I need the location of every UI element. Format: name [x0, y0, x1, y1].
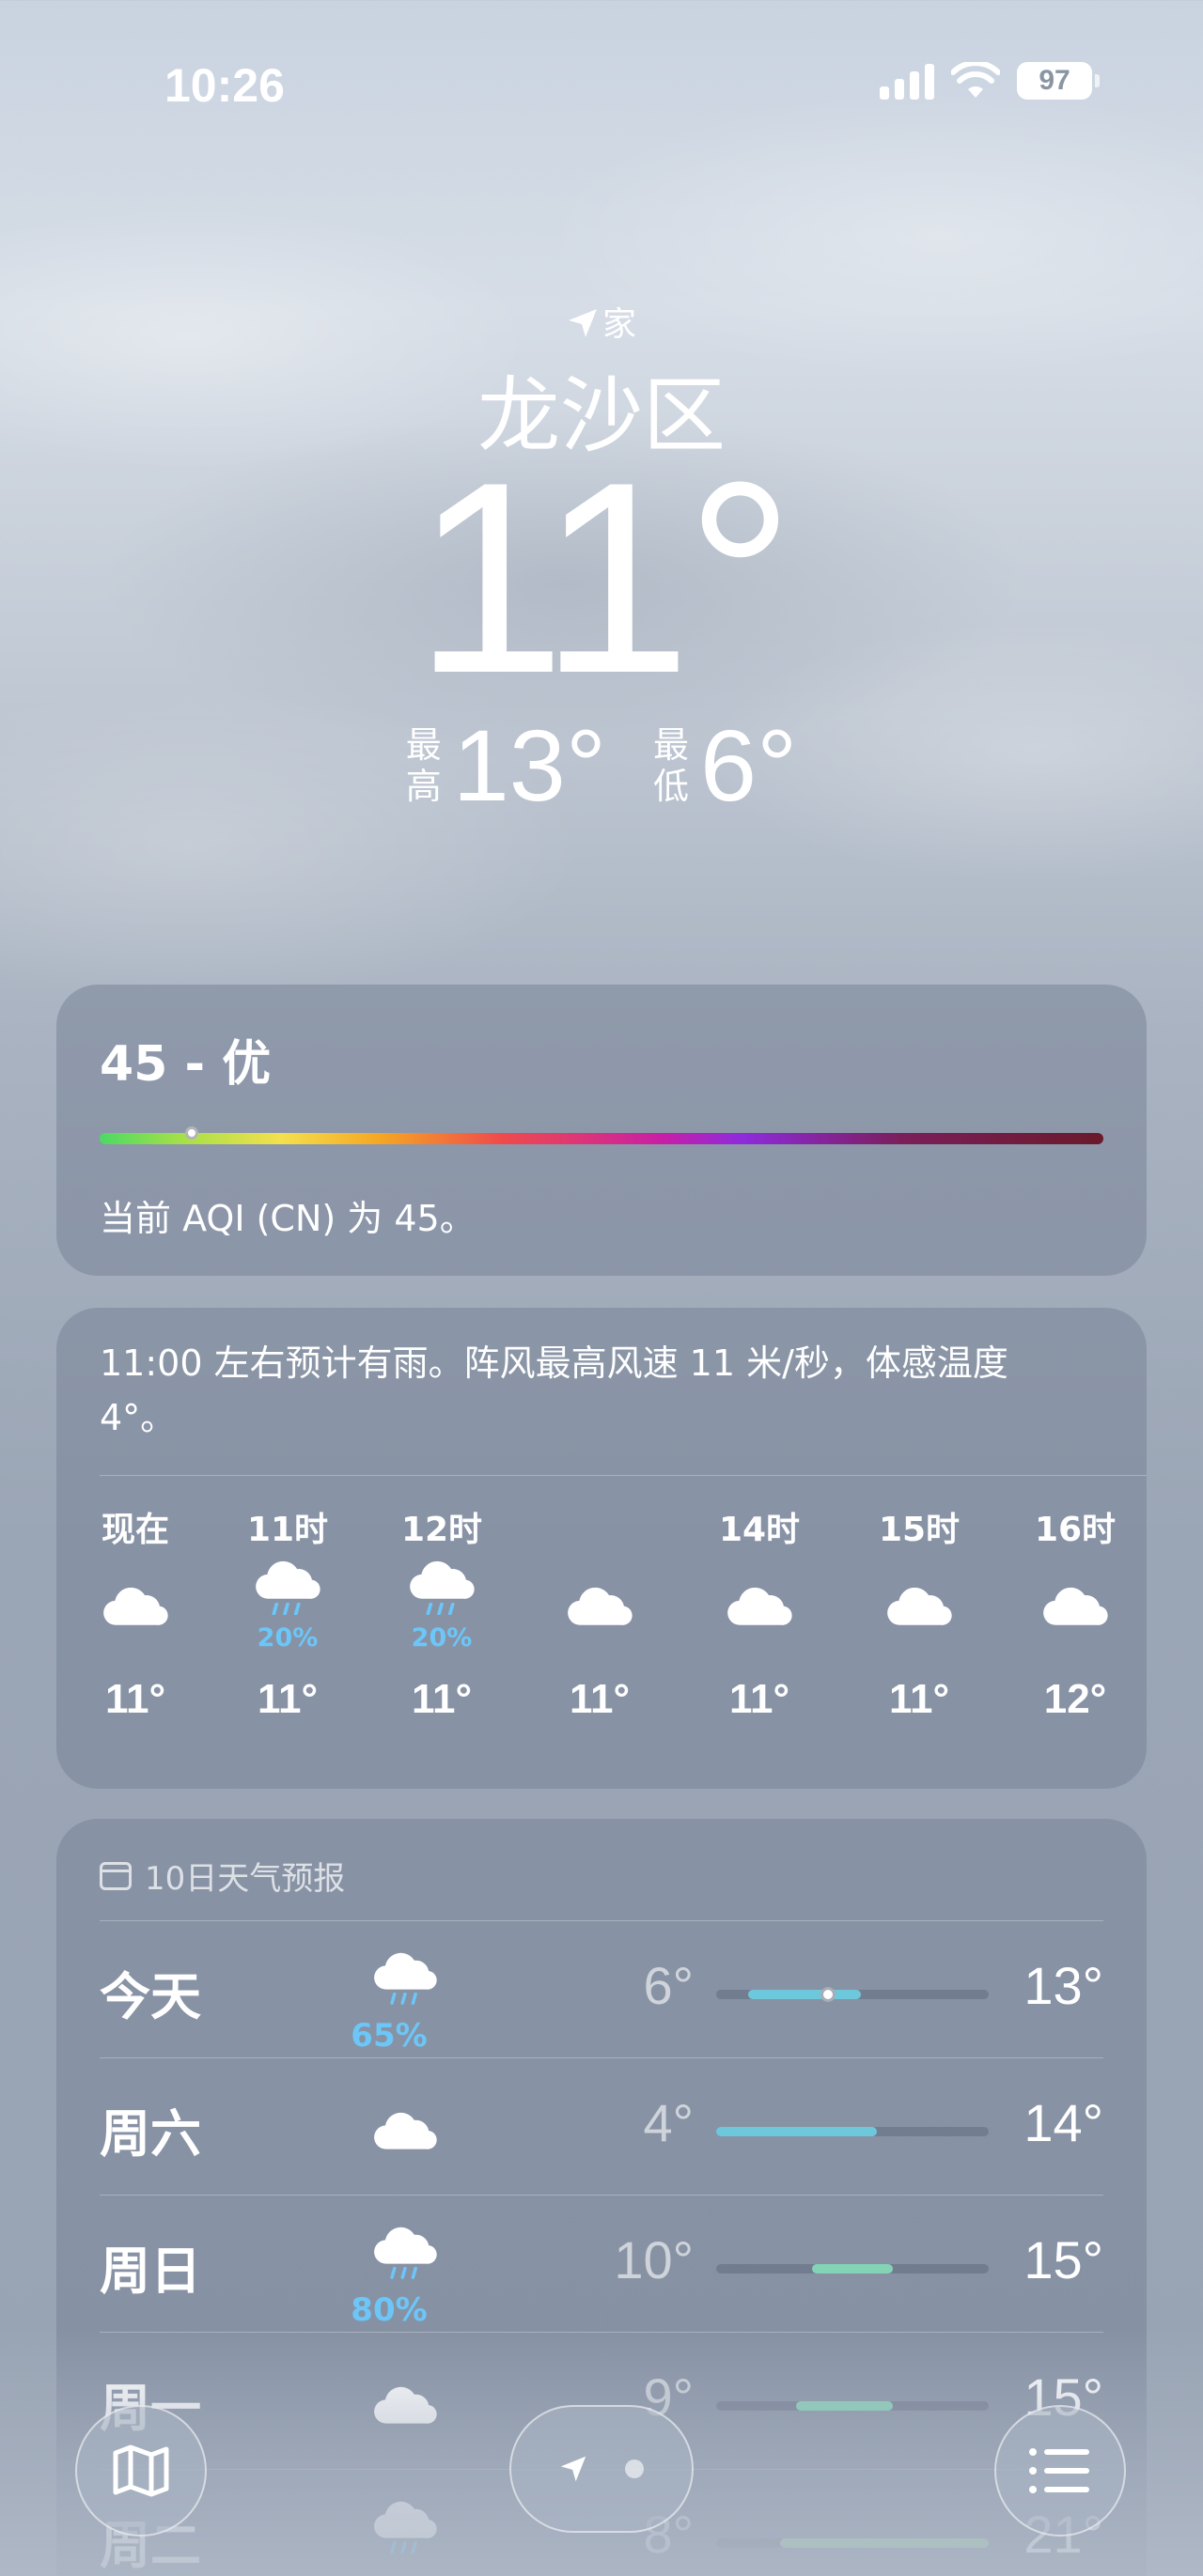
hour-label: 现在: [101, 1511, 169, 1549]
status-time: 10:26: [164, 59, 285, 112]
hour-temp: 11°: [888, 1676, 950, 1722]
hour-label: 14时: [718, 1511, 801, 1549]
temperature-range-fill: [748, 1990, 861, 1999]
hourly-forecast-card[interactable]: 11:00 左右预计有雨。阵风最高风速 11 米/秒，体感温度 4°。 现在 11…: [56, 1308, 1147, 1789]
day-low-temp: 10°: [614, 2230, 694, 2289]
hourly-summary: 11:00 左右预计有雨。阵风最高风速 11 米/秒，体感温度 4°。: [100, 1342, 1008, 1438]
temperature-range-bar: [716, 1987, 989, 2002]
cloud-icon: [1019, 1554, 1132, 1657]
hour-label: 16时: [1034, 1511, 1117, 1549]
location-arrow-icon: [568, 309, 597, 337]
day-row[interactable]: 周日 80% 10° 15°: [100, 2195, 1103, 2332]
high-temp: 13°: [452, 708, 607, 822]
current-temperature: 11°: [414, 426, 794, 730]
hour-temp: 11°: [411, 1676, 473, 1722]
map-icon: [113, 2444, 169, 2497]
ten-day-heading: 10日天气预报: [145, 1860, 346, 1898]
temperature-range-bar: [716, 2127, 989, 2136]
page-indicator[interactable]: [509, 2405, 694, 2533]
precipitation-chance: 20%: [411, 1623, 473, 1653]
precipitation-chance: 80%: [351, 2291, 428, 2329]
cloud-rain-icon: 20%: [385, 1554, 498, 1657]
cellular-signal-icon: [880, 62, 934, 100]
aqi-scale-bar: [100, 1133, 1103, 1144]
day-name: 周六: [100, 2104, 201, 2164]
cloud-icon: [363, 2077, 466, 2180]
map-button[interactable]: [75, 2405, 207, 2537]
high-label: 最 高: [406, 724, 442, 807]
low-label: 最 低: [653, 724, 689, 807]
cloud-icon: [863, 1554, 976, 1657]
cloud-rain-icon: 20%: [231, 1554, 344, 1657]
high-label-char: 高: [405, 766, 442, 807]
location-tag: 家: [0, 297, 1203, 346]
hour-temp: 11°: [728, 1676, 790, 1722]
ten-day-header: 10日天气预报: [100, 1853, 345, 1899]
precipitation-chance: 65%: [351, 2017, 428, 2055]
city-list-button[interactable]: [994, 2405, 1126, 2537]
cloud-icon: [703, 1554, 816, 1657]
hour-item: 14时 11°: [703, 1507, 816, 1723]
hour-label: [543, 1507, 656, 1554]
hour-item: 现在 11°: [79, 1507, 192, 1723]
calendar-icon: [100, 1861, 132, 1890]
hour-label: 12时: [400, 1511, 483, 1549]
page-dot: [625, 2460, 644, 2478]
hour-temp: 11°: [569, 1676, 631, 1722]
temperature-range-bar: [716, 2264, 989, 2273]
list-icon: [1029, 2448, 1089, 2493]
hour-temp: 11°: [104, 1676, 166, 1722]
hour-label: 11时: [246, 1511, 329, 1549]
divider: [100, 1475, 1147, 1476]
day-high-temp: 13°: [1023, 1956, 1103, 2015]
temperature-range-fill: [812, 2264, 893, 2273]
hour-temp: 12°: [1043, 1676, 1107, 1722]
cloud-icon: [79, 1554, 192, 1657]
day-name: 今天: [100, 1967, 201, 2026]
day-row[interactable]: 今天 65% 6° 13°: [100, 1920, 1103, 2057]
hour-temp: 11°: [257, 1676, 319, 1722]
high-low: 最 高 13° 最 低 6°: [0, 714, 1203, 817]
low-temp: 6°: [700, 708, 798, 822]
temperature-range-fill: [716, 2127, 877, 2136]
hour-label: 15时: [878, 1511, 961, 1549]
day-low-temp: 4°: [643, 2093, 694, 2152]
precipitation-chance: 20%: [257, 1623, 319, 1653]
location-arrow-icon: [560, 2456, 586, 2482]
hour-item: 15时 11°: [863, 1507, 976, 1723]
location-tag-label: 家: [602, 305, 636, 344]
status-icons: 97: [880, 62, 1100, 100]
hour-item: 11°: [543, 1507, 656, 1723]
hourly-list[interactable]: 现在 11° 11时 20% 11° 12时 20% 11° 11° 14时 11° 15时 11° 16…: [56, 1507, 1147, 1770]
high-label-char: 最: [405, 724, 442, 766]
day-low-temp: 6°: [643, 1956, 694, 2015]
low-temp-group: 最 低 6°: [653, 714, 797, 817]
battery-icon: 97: [1017, 62, 1100, 100]
day-name: 周日: [100, 2242, 201, 2301]
hour-item: 11时 20% 11°: [231, 1507, 344, 1723]
day-high-temp: 15°: [1023, 2230, 1103, 2289]
cloud-icon: [543, 1554, 656, 1657]
high-temp-group: 最 高 13°: [406, 714, 606, 817]
aqi-description: 当前 AQI (CN) 为 45。: [100, 1198, 476, 1239]
wifi-icon: [951, 62, 1000, 98]
hour-item: 12时 20% 11°: [385, 1507, 498, 1723]
aqi-title: 45 - 优: [100, 1036, 272, 1093]
current-temp-marker: [820, 1987, 836, 2002]
day-row[interactable]: 周六 4° 14°: [100, 2057, 1103, 2195]
air-quality-card[interactable]: 45 - 优 当前 AQI (CN) 为 45。: [56, 985, 1147, 1276]
low-label-char: 最: [653, 724, 690, 766]
low-label-char: 低: [653, 766, 690, 807]
hour-item: 16时 12°: [1019, 1507, 1132, 1723]
day-high-temp: 14°: [1023, 2093, 1103, 2152]
